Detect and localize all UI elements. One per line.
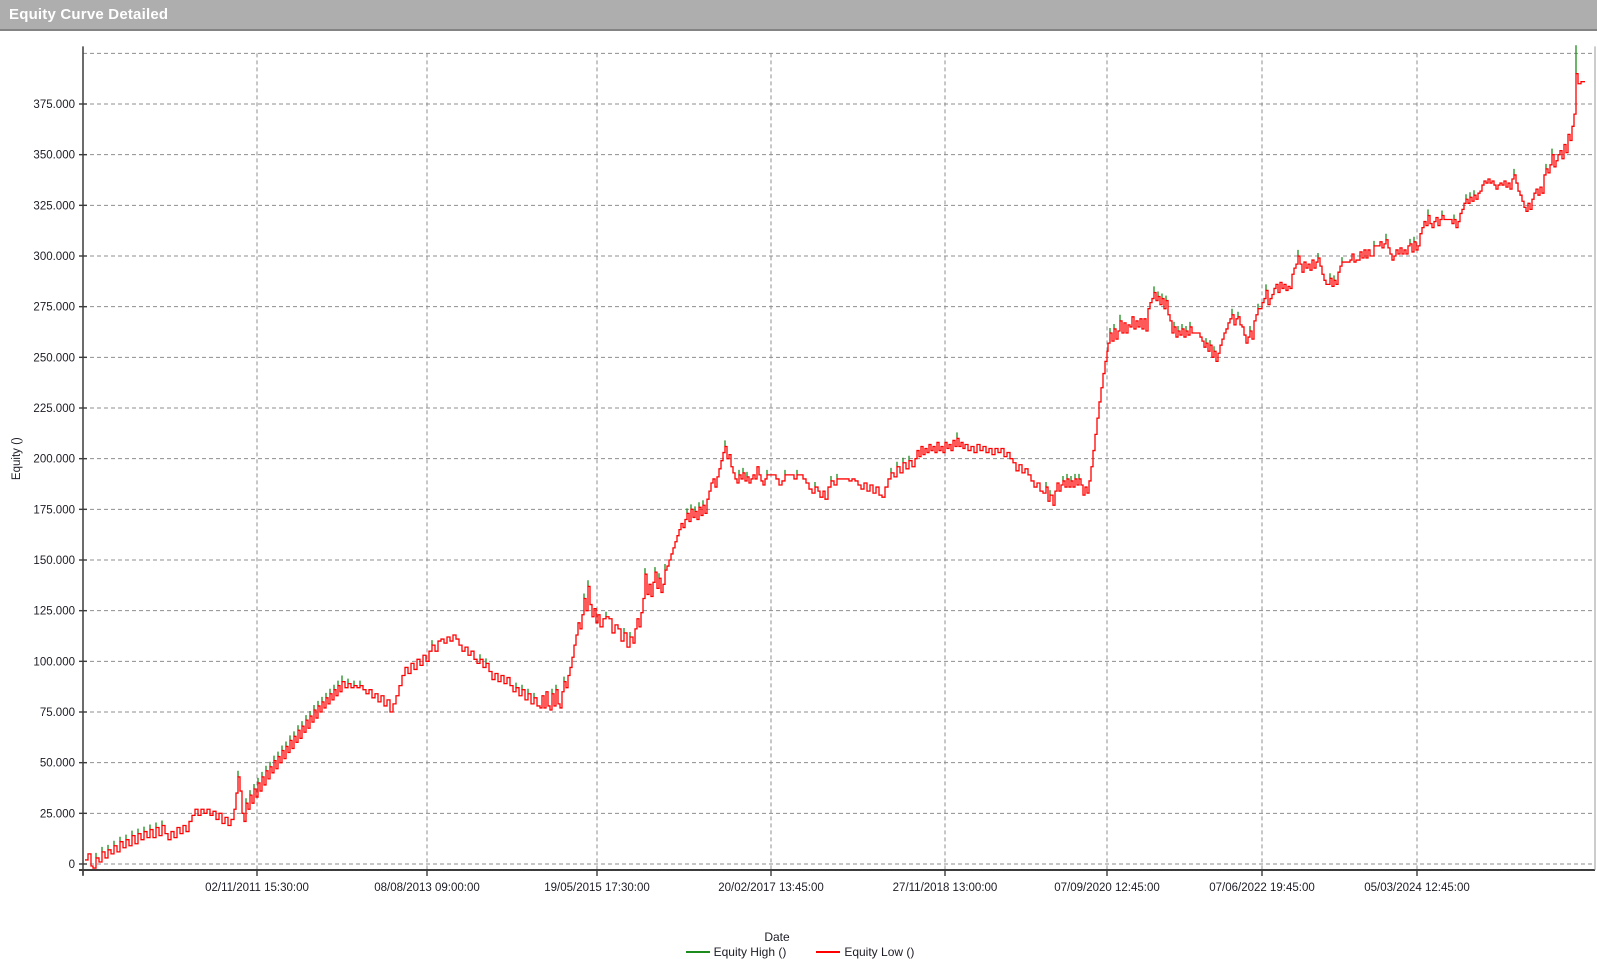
y-tick-label: 175.000 bbox=[33, 504, 75, 516]
y-tick-label: 200.000 bbox=[33, 454, 75, 466]
equity-low-series bbox=[85, 74, 1585, 868]
y-tick-label: 225.000 bbox=[33, 403, 75, 415]
x-tick-label: 08/08/2013 09:00:00 bbox=[374, 882, 480, 894]
legend-item-equity-high: Equity High () bbox=[686, 945, 787, 959]
chart-legend: Equity High () Equity Low () bbox=[0, 945, 1597, 959]
y-tick-label: 50.000 bbox=[40, 758, 75, 770]
equity-curve-chart[interactable]: 0 25.000 50.000 75.000 100.000 125.000 150.000… bbox=[0, 33, 1597, 938]
y-tick-label: 300.000 bbox=[33, 251, 75, 263]
y-axis-title: Equity () bbox=[11, 437, 23, 480]
x-tick-label: 05/03/2024 12:45:00 bbox=[1364, 882, 1470, 894]
x-tick-label: 02/11/2011 15:30:00 bbox=[205, 882, 309, 894]
y-tick-label: 125.000 bbox=[33, 606, 75, 618]
x-axis-title: Date bbox=[0, 930, 1554, 944]
equity-high-series bbox=[96, 45, 1576, 858]
x-tick-label: 07/09/2020 12:45:00 bbox=[1054, 882, 1160, 894]
title-bar: Equity Curve Detailed bbox=[0, 0, 1597, 31]
equity-low-line-icon bbox=[816, 951, 840, 953]
window-title: Equity Curve Detailed bbox=[0, 6, 168, 23]
y-tick-label: 0 bbox=[69, 859, 75, 871]
y-tick-label: 275.000 bbox=[33, 302, 75, 314]
x-tick-label: 07/06/2022 19:45:00 bbox=[1209, 882, 1315, 894]
legend-item-equity-low: Equity Low () bbox=[816, 945, 914, 959]
y-tick-label: 100.000 bbox=[33, 656, 75, 668]
x-tick-label: 20/02/2017 13:45:00 bbox=[718, 882, 824, 894]
y-tick-label: 75.000 bbox=[40, 707, 75, 719]
chart-canvas[interactable]: 0 25.000 50.000 75.000 100.000 125.000 150.000… bbox=[0, 33, 1597, 938]
y-tick-label: 350.000 bbox=[33, 150, 75, 162]
y-tick-label: 325.000 bbox=[33, 200, 75, 212]
legend-label-equity-low: Equity Low () bbox=[844, 945, 914, 959]
y-tick-label: 375.000 bbox=[33, 99, 75, 111]
y-tick-label: 150.000 bbox=[33, 555, 75, 567]
y-tick-label: 250.000 bbox=[33, 352, 75, 364]
x-tick-label: 19/05/2015 17:30:00 bbox=[544, 882, 650, 894]
x-tick-label: 27/11/2018 13:00:00 bbox=[893, 882, 998, 894]
y-tick-label: 25.000 bbox=[40, 808, 75, 820]
legend-label-equity-high: Equity High () bbox=[714, 945, 787, 959]
equity-high-line-icon bbox=[686, 951, 710, 953]
